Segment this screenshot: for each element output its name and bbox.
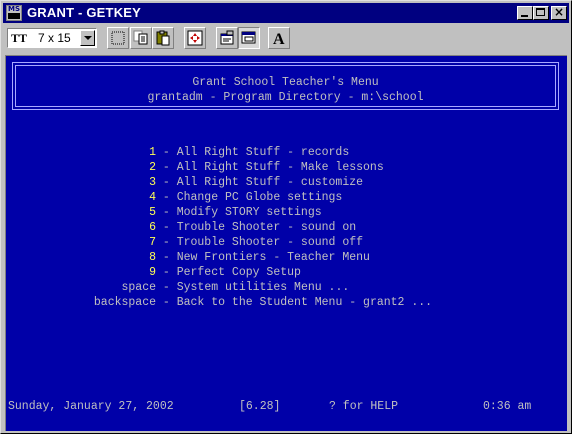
menu-item-key: 9: [149, 266, 156, 279]
minimize-button[interactable]: [517, 6, 533, 20]
menu-item-label: - Modify STORY settings: [156, 206, 322, 219]
menu-item[interactable]: 3 - All Right Stuff - customize: [149, 175, 363, 190]
console-screen[interactable]: Grant School Teacher's Menu grantadm - P…: [5, 55, 567, 431]
dos-window: MS GRANT - GETKEY × TT 7 x 15 A Grant Sc…: [0, 0, 572, 434]
menu-item-label: - New Frontiers - Teacher Menu: [156, 251, 370, 264]
ms-dos-icon[interactable]: MS: [6, 5, 22, 21]
menu-item-key: 6: [149, 221, 156, 234]
menu-item[interactable]: 9 - Perfect Copy Setup: [149, 265, 301, 280]
fullscreen-icon: [187, 30, 203, 46]
header-title: Grant School Teacher's Menu: [192, 76, 379, 89]
menu-item[interactable]: 2 - All Right Stuff - Make lessons: [149, 160, 384, 175]
truetype-icon: TT: [11, 31, 28, 45]
status-version: [6.28]: [239, 400, 281, 413]
mark-button[interactable]: [107, 27, 129, 49]
svg-text:A: A: [273, 31, 285, 46]
paste-icon: [156, 30, 170, 46]
dos-screen-glyph: [8, 13, 20, 19]
background-icon: [241, 31, 256, 44]
status-time: 0:36 am: [483, 400, 532, 413]
menu-item-label: - Trouble Shooter - sound off: [156, 236, 364, 249]
properties-icon: [220, 30, 234, 45]
copy-icon: [133, 30, 148, 45]
mark-icon: [111, 31, 125, 45]
close-button[interactable]: ×: [551, 5, 567, 20]
menu-item[interactable]: 6 - Trouble Shooter - sound on: [149, 220, 356, 235]
menu-item[interactable]: 5 - Modify STORY settings: [149, 205, 322, 220]
menu-item-label: - Perfect Copy Setup: [156, 266, 301, 279]
menu-item-key: 5: [149, 206, 156, 219]
menu-item-key: space: [121, 281, 157, 294]
menu-item[interactable]: backspace - Back to the Student Menu - g…: [94, 295, 432, 310]
status-help: ? for HELP: [329, 400, 399, 413]
header-box: Grant School Teacher's Menu grantadm - P…: [12, 62, 559, 110]
copy-button[interactable]: [130, 27, 152, 49]
menu-item-key: 3: [149, 176, 156, 189]
menu-item[interactable]: 4 - Change PC Globe settings: [149, 190, 342, 205]
menu-item-label: - Change PC Globe settings: [156, 191, 343, 204]
status-date: Sunday, January 27, 2002: [8, 400, 174, 413]
menu-item-key: 2: [149, 161, 156, 174]
menu-item-key: 8: [149, 251, 156, 264]
font-icon: A: [273, 31, 285, 46]
header-subtitle: grantadm - Program Directory - m:\school: [147, 91, 424, 104]
fullscreen-button[interactable]: [184, 27, 206, 49]
menu-item-label: - System utilities Menu ...: [156, 281, 350, 294]
menu-item[interactable]: 7 - Trouble Shooter - sound off: [149, 235, 363, 250]
icon-label: MS: [8, 5, 21, 13]
font-size-value: 7 x 15: [38, 31, 71, 45]
menu-item[interactable]: space - System utilities Menu ...: [122, 280, 350, 295]
paste-button[interactable]: [152, 27, 174, 49]
font-size-select[interactable]: TT 7 x 15: [7, 28, 97, 48]
menu-item[interactable]: 8 - New Frontiers - Teacher Menu: [149, 250, 370, 265]
menu-item-label: - All Right Stuff - records: [156, 146, 350, 159]
properties-button[interactable]: [216, 27, 238, 49]
menu-item-label: - Back to the Student Menu - grant2 ...: [156, 296, 433, 309]
chevron-down-icon[interactable]: [80, 30, 95, 46]
background-button[interactable]: [238, 27, 260, 49]
menu-item-key: 1: [149, 146, 156, 159]
menu-item-label: - All Right Stuff - Make lessons: [156, 161, 384, 174]
font-button[interactable]: A: [268, 27, 290, 49]
menu-item-key: 4: [149, 191, 156, 204]
menu-item-key: backspace: [93, 296, 157, 309]
menu-item-label: - Trouble Shooter - sound on: [156, 221, 357, 234]
menu-item[interactable]: 1 - All Right Stuff - records: [149, 145, 349, 160]
window-title: GRANT - GETKEY: [27, 5, 142, 20]
toolbar: TT 7 x 15 A: [3, 25, 569, 53]
menu-item-label: - All Right Stuff - customize: [156, 176, 364, 189]
menu-item-key: 7: [149, 236, 156, 249]
maximize-button[interactable]: [533, 6, 549, 20]
title-bar[interactable]: MS GRANT - GETKEY ×: [3, 3, 569, 23]
close-icon: ×: [554, 5, 565, 19]
